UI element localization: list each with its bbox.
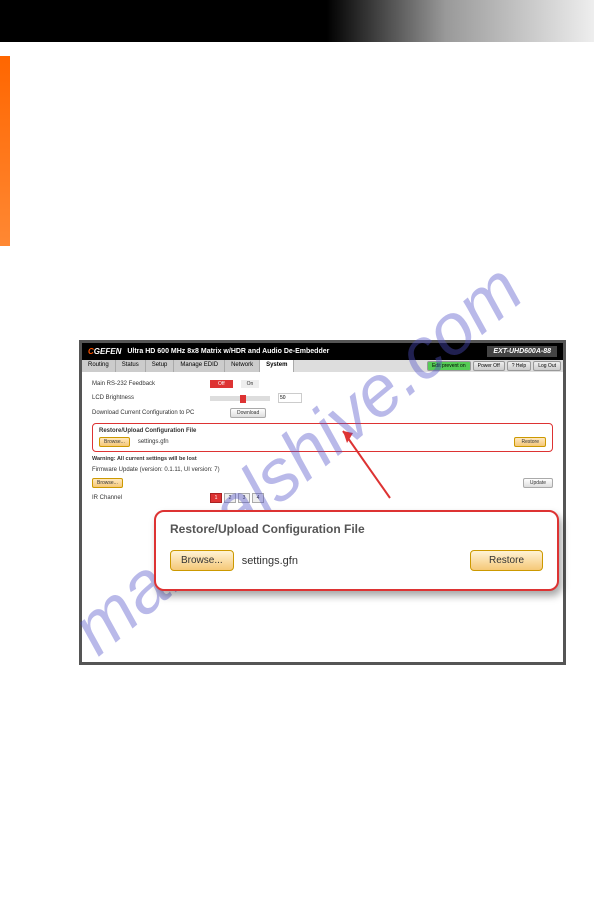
app-header: CGEFEN Ultra HD 600 MHz 8x8 Matrix w/HDR… bbox=[82, 343, 563, 360]
tab-manage-edid[interactable]: Manage EDID bbox=[174, 360, 225, 372]
tab-routing[interactable]: Routing bbox=[82, 360, 116, 372]
rs232-label: Main RS-232 Feedback bbox=[92, 381, 202, 387]
model-number: EXT-UHD600A-88 bbox=[487, 346, 557, 357]
mini-filename: settings.gfn bbox=[138, 439, 169, 445]
tab-network[interactable]: Network bbox=[225, 360, 260, 372]
lcd-brightness-input[interactable] bbox=[278, 393, 302, 403]
mini-restore-button[interactable]: Restore bbox=[514, 437, 546, 447]
selected-filename: settings.gfn bbox=[242, 555, 298, 567]
main-panel: CGEFEN Ultra HD 600 MHz 8x8 Matrix w/HDR… bbox=[79, 340, 566, 665]
update-button[interactable]: Update bbox=[523, 478, 553, 488]
browse-button[interactable]: Browse... bbox=[170, 550, 234, 571]
rs232-on-toggle[interactable]: On bbox=[241, 380, 260, 388]
power-off-button[interactable]: Power Off bbox=[473, 361, 505, 371]
restore-button[interactable]: Restore bbox=[470, 550, 543, 571]
ir-channel-1[interactable]: 1 bbox=[210, 493, 222, 503]
ir-channel-2[interactable]: 2 bbox=[224, 493, 236, 503]
callout-title: Restore/Upload Configuration File bbox=[170, 522, 543, 536]
help-button[interactable]: ? Help bbox=[507, 361, 531, 371]
rs232-off-toggle[interactable]: Off bbox=[210, 380, 233, 388]
settings-content: Main RS-232 Feedback Off On LCD Brightne… bbox=[82, 372, 563, 516]
side-orange-bar bbox=[0, 56, 10, 246]
product-title: Ultra HD 600 MHz 8x8 Matrix w/HDR and Au… bbox=[127, 348, 329, 355]
fw-browse-button[interactable]: Browse... bbox=[92, 478, 123, 488]
slider-thumb[interactable] bbox=[240, 395, 246, 403]
lcd-brightness-slider[interactable] bbox=[210, 396, 270, 401]
warning-text: Warning: All current settings will be lo… bbox=[92, 456, 553, 462]
ir-channel-4[interactable]: 4 bbox=[252, 493, 264, 503]
download-button[interactable]: Download bbox=[230, 408, 266, 418]
brand-logo: CGEFEN bbox=[88, 347, 121, 356]
ir-channel-3[interactable]: 3 bbox=[238, 493, 250, 503]
ir-channel-label: IR Channel bbox=[92, 495, 202, 501]
tab-system[interactable]: System bbox=[260, 360, 294, 372]
lcd-brightness-label: LCD Brightness bbox=[92, 395, 202, 401]
restore-callout: Restore/Upload Configuration File Browse… bbox=[154, 510, 559, 591]
mini-browse-button[interactable]: Browse... bbox=[99, 437, 130, 447]
tab-setup[interactable]: Setup bbox=[146, 360, 175, 372]
download-config-label: Download Current Configuration to PC bbox=[92, 410, 222, 416]
tab-bar: Routing Status Setup Manage EDID Network… bbox=[82, 360, 563, 372]
logout-button[interactable]: Log Out bbox=[533, 361, 561, 371]
firmware-label: Firmware Update (version: 0.1.11, UI ver… bbox=[92, 467, 242, 473]
restore-section-title: Restore/Upload Configuration File bbox=[99, 428, 546, 434]
restore-highlight-box: Restore/Upload Configuration File Browse… bbox=[92, 423, 553, 452]
edit-prevent-button[interactable]: Edit prevent on bbox=[427, 361, 471, 371]
top-gradient-bar bbox=[0, 0, 594, 42]
tab-status[interactable]: Status bbox=[116, 360, 146, 372]
